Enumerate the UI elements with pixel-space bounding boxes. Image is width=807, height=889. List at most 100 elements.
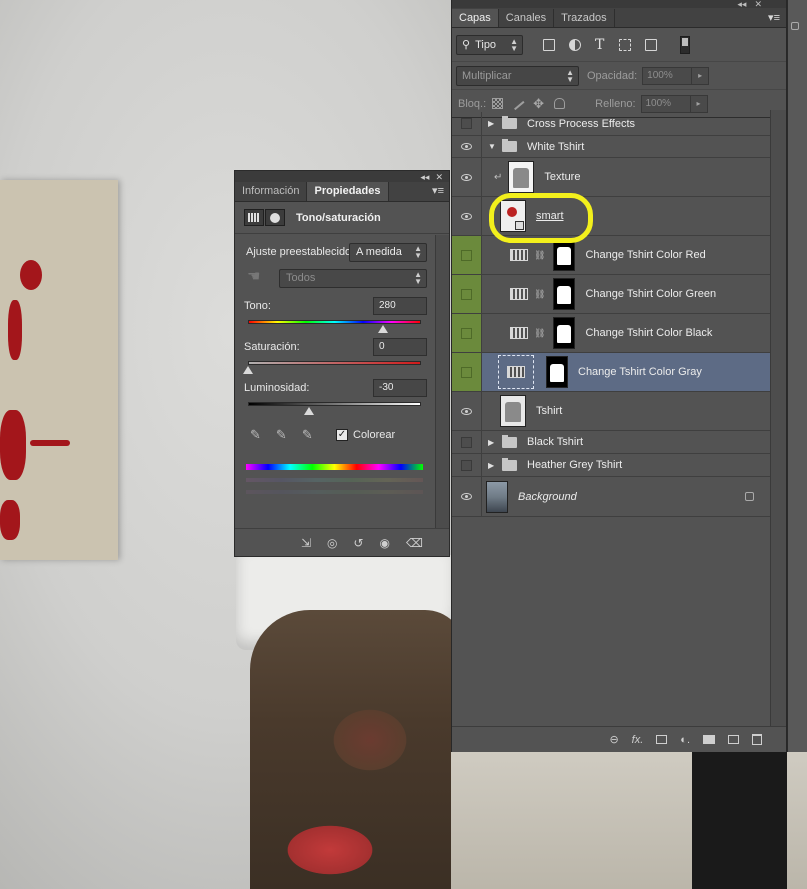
layer-row[interactable]: ▶ Black Tshirt [452, 431, 770, 454]
expand-arrow-icon[interactable]: ▶ [488, 461, 498, 470]
chevron-down-icon[interactable]: ▸ [691, 66, 710, 85]
saturation-slider-track[interactable] [248, 361, 421, 365]
tab-channels[interactable]: Canales [499, 9, 555, 27]
properties-header: Tono/saturación [235, 202, 449, 234]
tab-layers[interactable]: Capas [452, 9, 499, 27]
eyedropper-icon[interactable]: ✎ [250, 427, 261, 443]
shape-filter-icon[interactable] [619, 38, 631, 51]
trash-icon[interactable] [752, 734, 762, 745]
tab-properties[interactable]: Propiedades [307, 182, 389, 201]
hidden-box-icon [461, 327, 472, 339]
visibility-toggle[interactable] [452, 431, 482, 453]
lightness-input[interactable]: -30 [373, 379, 427, 397]
visibility-toggle[interactable] [452, 136, 482, 157]
visibility-toggle[interactable] [452, 236, 482, 274]
properties-scrollbar[interactable] [435, 235, 449, 528]
layers-panel-topbar: ◂◂ ✕ [452, 0, 786, 9]
folder-open-icon [502, 139, 517, 152]
new-layer-icon[interactable] [728, 735, 739, 744]
collapse-icon[interactable]: ◂◂ [420, 172, 429, 182]
saturation-input[interactable]: 0 [373, 338, 427, 356]
hand-tool-icon[interactable]: ☚ [247, 267, 260, 285]
pixel-filter-icon[interactable] [543, 38, 555, 51]
reset-icon[interactable]: ↺ [353, 536, 363, 550]
trash-icon[interactable]: ⌫ [406, 536, 423, 550]
lock-pixels-icon[interactable] [511, 97, 525, 110]
layers-footer: ⊖ fx. ◐. [452, 726, 786, 752]
preset-select[interactable]: A medida ▲ ▼ [349, 243, 427, 262]
visibility-toggle[interactable] [452, 353, 482, 391]
adjusted-spectrum-bar [246, 478, 423, 482]
hue-slider-thumb[interactable] [377, 325, 388, 333]
panel-menu-icon[interactable]: ▾≡ [768, 9, 780, 27]
link-icon: ⛓ [534, 327, 546, 338]
new-group-icon[interactable] [703, 735, 715, 744]
mask-icon[interactable] [265, 209, 285, 226]
layer-row[interactable]: ▶ Cross Process Effects [452, 112, 770, 136]
layer-row[interactable]: ⛓ Change Tshirt Color Red [452, 236, 770, 275]
layer-row[interactable]: Background [452, 477, 770, 517]
eye-icon [461, 212, 472, 220]
blend-mode-select[interactable]: Multiplicar ▲ ▼ [456, 65, 579, 86]
layer-row[interactable]: ⛓ Change Tshirt Color Green [452, 275, 770, 314]
layers-scrollbar[interactable] [770, 110, 786, 726]
opacity-input[interactable]: 100% ▸ [642, 66, 710, 85]
eye-icon [461, 407, 472, 415]
close-icon[interactable]: ✕ [754, 0, 762, 9]
smart-object-filter-icon[interactable] [645, 38, 657, 51]
layer-row[interactable]: ↵ Texture [452, 158, 770, 197]
collapse-icon[interactable]: ◂◂ [737, 0, 746, 9]
filter-toggle[interactable] [680, 35, 690, 54]
select-arrows-icon: ▲ ▼ [566, 67, 574, 84]
view-previous-icon[interactable]: ◎ [327, 536, 337, 550]
filter-type-select[interactable]: ⚲ Tipo ▲ ▼ [456, 34, 523, 55]
tab-paths[interactable]: Trazados [554, 9, 615, 27]
lock-position-icon[interactable]: ✥ [533, 97, 545, 110]
fx-icon[interactable]: fx. [632, 734, 644, 746]
close-icon[interactable]: ✕ [435, 172, 443, 182]
collapse-arrow-icon[interactable]: ▼ [488, 142, 498, 151]
layer-row[interactable]: ▶ Heather Grey Tshirt [452, 454, 770, 477]
expand-arrow-icon[interactable]: ▶ [488, 438, 498, 447]
lightness-slider-track[interactable] [248, 402, 421, 406]
eyedropper-plus-icon[interactable]: ✎ [276, 427, 287, 443]
visibility-toggle[interactable] [452, 392, 482, 430]
visibility-toggle[interactable] [452, 158, 482, 196]
visibility-toggle[interactable] [452, 477, 482, 516]
channel-select[interactable]: Todos ▲ ▼ [279, 269, 427, 288]
layer-row[interactable]: ⛓ Change Tshirt Color Black [452, 314, 770, 353]
hue-saturation-adjustment-icon [510, 327, 528, 339]
layer-row[interactable]: Tshirt [452, 392, 770, 431]
colorize-checkbox[interactable]: ✓ [336, 429, 348, 441]
panel-menu-icon[interactable]: ▾≡ [432, 182, 444, 201]
visibility-toggle[interactable] [452, 112, 482, 135]
add-mask-icon[interactable] [656, 735, 668, 744]
tab-info[interactable]: Información [235, 182, 308, 201]
type-filter-icon[interactable]: T [595, 38, 605, 52]
lock-transparency-icon[interactable] [492, 98, 504, 109]
visibility-toggle[interactable] [452, 314, 482, 352]
expand-arrow-icon[interactable]: ▶ [488, 119, 498, 128]
adjustment-icon[interactable] [244, 209, 264, 226]
layer-row[interactable]: ▼ White Tshirt [452, 136, 770, 158]
lightness-slider-thumb[interactable] [303, 407, 314, 415]
fill-value: 100% [645, 97, 672, 109]
layer-mask-thumbnail[interactable] [553, 317, 576, 349]
visibility-toggle[interactable] [452, 275, 482, 313]
adjustment-filter-icon[interactable] [569, 38, 581, 51]
eyedropper-minus-icon[interactable]: ✎ [302, 427, 313, 443]
visibility-eye-icon[interactable]: ◉ [380, 536, 390, 550]
layer-mask-thumbnail[interactable] [553, 278, 576, 310]
hue-slider-track[interactable] [248, 320, 421, 324]
lock-all-icon[interactable] [554, 98, 566, 109]
saturation-slider-thumb[interactable] [243, 366, 253, 374]
link-layers-icon[interactable]: ⊖ [609, 733, 618, 746]
visibility-toggle[interactable] [452, 197, 482, 235]
visibility-toggle[interactable] [452, 454, 482, 476]
hue-input[interactable]: 280 [373, 297, 427, 315]
clip-to-layer-icon[interactable]: ⇲ [301, 536, 311, 550]
layer-row-selected[interactable]: Change Tshirt Color Gray [452, 353, 770, 392]
new-adjustment-icon[interactable]: ◐. [680, 734, 690, 746]
layer-mask-thumbnail[interactable] [553, 239, 576, 271]
layer-mask-thumbnail[interactable] [546, 356, 568, 388]
